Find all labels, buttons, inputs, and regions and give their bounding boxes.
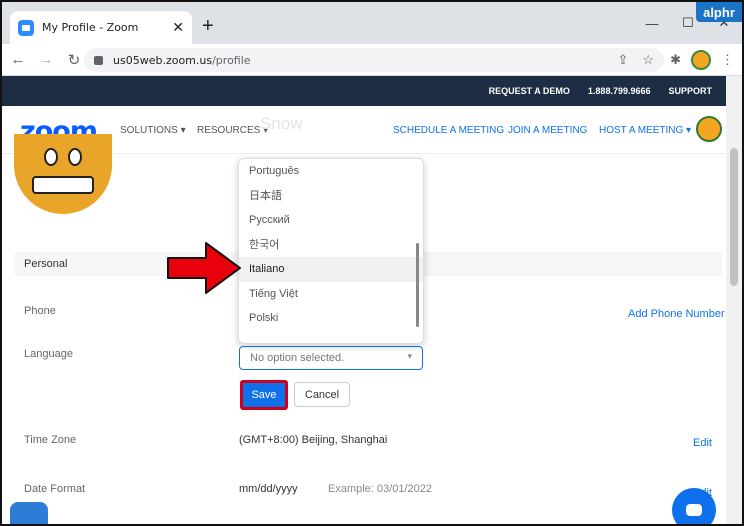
shield-icon[interactable] (10, 502, 48, 524)
red-arrow-annotation (167, 242, 241, 294)
bookmark-star-icon[interactable]: ☆ (642, 52, 654, 68)
language-option[interactable]: Português (239, 159, 423, 184)
timezone-value: (GMT+8:00) Beijing, Shanghai (239, 434, 388, 446)
timezone-edit-link[interactable]: Edit (693, 437, 712, 449)
browser-title-bar: My Profile - Zoom ✕ + — ☐ ✕ alphr (2, 2, 742, 44)
phone-label: Phone (24, 305, 56, 317)
forward-arrow-icon[interactable]: → (34, 51, 58, 68)
address-bar-row: ← → ↻ us05web.zoom.us/profile ⇪ ☆ ✱ ⋮ (2, 44, 742, 76)
browser-profile-avatar[interactable] (691, 50, 711, 70)
teeth-shape (32, 176, 94, 194)
new-tab-button[interactable]: + (202, 16, 214, 36)
language-dropdown-list[interactable]: Português 日本語 Русский 한국어 Italiano Tiếng… (238, 158, 424, 344)
language-option[interactable]: 日本語 (239, 184, 423, 209)
chevron-down-icon: ▾ (407, 351, 412, 361)
right-eye-shape (68, 148, 82, 166)
language-option[interactable]: 한국어 (239, 233, 423, 258)
date-format-example: Example: 03/01/2022 (328, 483, 432, 495)
date-format-label: Date Format (24, 483, 86, 495)
zoom-top-bar: REQUEST A DEMO 1.888.799.9666 SUPPORT (2, 76, 726, 106)
url-text: us05web.zoom.us/profile (113, 53, 251, 67)
solutions-menu[interactable]: SOLUTIONS ▾ (120, 125, 186, 136)
share-icon[interactable]: ⇪ (617, 52, 628, 68)
request-demo-link[interactable]: REQUEST A DEMO (489, 86, 570, 96)
dropdown-scrollbar[interactable] (416, 243, 419, 327)
profile-picture[interactable] (14, 134, 112, 214)
browser-menu-icon[interactable]: ⋮ (721, 52, 734, 68)
date-format-value: mm/dd/yyyy (239, 483, 298, 495)
scrollbar-thumb[interactable] (730, 148, 738, 286)
phone-number-link[interactable]: 1.888.799.9666 (588, 86, 651, 96)
user-avatar[interactable] (696, 116, 722, 142)
browser-tab[interactable]: My Profile - Zoom ✕ (10, 11, 192, 44)
alphr-watermark: alphr (696, 2, 742, 22)
resources-menu[interactable]: RESOURCES ▾ (197, 125, 268, 136)
save-button[interactable]: Save (240, 380, 288, 410)
add-phone-number-link[interactable]: Add Phone Number (628, 308, 725, 320)
page-scrollbar[interactable] (726, 76, 742, 524)
tab-title: My Profile - Zoom (42, 21, 139, 34)
timezone-label: Time Zone (24, 434, 77, 446)
lock-icon (94, 55, 103, 65)
back-arrow-icon[interactable]: ← (6, 51, 30, 68)
profile-name-faded: Snow (260, 114, 303, 133)
language-select-value: No option selected. (250, 352, 345, 364)
tab-close-icon[interactable]: ✕ (172, 19, 184, 36)
schedule-meeting-link[interactable]: SCHEDULE A MEETING (393, 125, 504, 136)
screenshot-frame: My Profile - Zoom ✕ + — ☐ ✕ alphr ← → ↻ … (0, 0, 744, 526)
host-meeting-menu[interactable]: HOST A MEETING ▾ (599, 125, 691, 136)
language-option[interactable]: Русский (239, 208, 423, 233)
reload-icon[interactable]: ↻ (62, 51, 86, 69)
omnibox[interactable]: us05web.zoom.us/profile ⇪ ☆ (84, 48, 664, 72)
join-meeting-link[interactable]: JOIN A MEETING (508, 125, 587, 136)
left-eye-shape (44, 148, 58, 166)
language-option[interactable]: Tiếng Việt (239, 282, 423, 307)
chat-bubble-icon[interactable] (672, 488, 716, 524)
cancel-button[interactable]: Cancel (294, 382, 350, 407)
extensions-puzzle-icon[interactable]: ✱ (670, 52, 681, 68)
language-select[interactable]: No option selected. ▾ (239, 346, 423, 370)
minimize-button[interactable]: — (634, 16, 670, 31)
language-label: Language (24, 348, 73, 360)
zoom-favicon-icon (18, 19, 34, 36)
support-link[interactable]: SUPPORT (668, 86, 712, 96)
language-option-highlighted[interactable]: Italiano (239, 257, 423, 282)
language-option[interactable]: Polski (239, 306, 423, 331)
